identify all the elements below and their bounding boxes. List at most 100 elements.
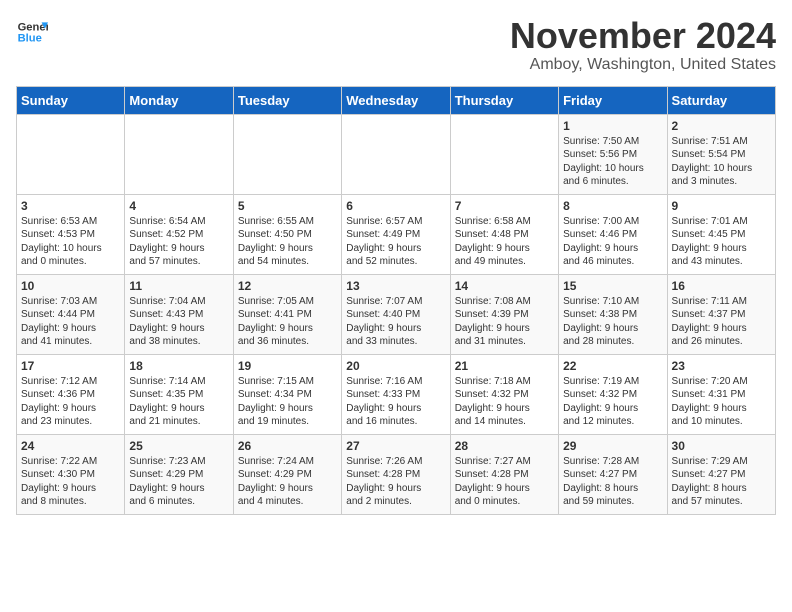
week-row-2: 3 Sunrise: 6:53 AM Sunset: 4:53 PM Daylig…: [17, 194, 776, 274]
day-info: Sunrise: 6:58 AM Sunset: 4:48 PM Dayligh…: [455, 215, 554, 269]
day-number: 28: [455, 439, 554, 453]
week-row-3: 10 Sunrise: 7:03 AM Sunset: 4:44 PM Dayli…: [17, 274, 776, 354]
day-number: 11: [129, 279, 228, 293]
day-number: 25: [129, 439, 228, 453]
day-cell: 21 Sunrise: 7:18 AM Sunset: 4:32 PM Dayli…: [450, 354, 558, 434]
day-info: Sunrise: 7:19 AM Sunset: 4:32 PM Dayligh…: [563, 375, 662, 429]
week-row-4: 17 Sunrise: 7:12 AM Sunset: 4:36 PM Dayli…: [17, 354, 776, 434]
logo-icon: General Blue: [16, 16, 48, 48]
week-row-5: 24 Sunrise: 7:22 AM Sunset: 4:30 PM Dayli…: [17, 434, 776, 514]
day-number: 14: [455, 279, 554, 293]
day-number: 10: [21, 279, 120, 293]
day-number: 19: [238, 359, 337, 373]
day-number: 20: [346, 359, 445, 373]
day-cell: 19 Sunrise: 7:15 AM Sunset: 4:34 PM Dayli…: [233, 354, 341, 434]
day-info: Sunrise: 6:54 AM Sunset: 4:52 PM Dayligh…: [129, 215, 228, 269]
day-info: Sunrise: 7:28 AM Sunset: 4:27 PM Dayligh…: [563, 455, 662, 509]
day-info: Sunrise: 7:03 AM Sunset: 4:44 PM Dayligh…: [21, 295, 120, 349]
day-info: Sunrise: 7:16 AM Sunset: 4:33 PM Dayligh…: [346, 375, 445, 429]
calendar-table: SundayMondayTuesdayWednesdayThursdayFrid…: [16, 86, 776, 515]
day-number: 8: [563, 199, 662, 213]
day-info: Sunrise: 6:57 AM Sunset: 4:49 PM Dayligh…: [346, 215, 445, 269]
weekday-header-sunday: Sunday: [17, 86, 125, 114]
day-cell: 16 Sunrise: 7:11 AM Sunset: 4:37 PM Dayli…: [667, 274, 775, 354]
day-info: Sunrise: 7:15 AM Sunset: 4:34 PM Dayligh…: [238, 375, 337, 429]
day-info: Sunrise: 7:04 AM Sunset: 4:43 PM Dayligh…: [129, 295, 228, 349]
day-info: Sunrise: 6:55 AM Sunset: 4:50 PM Dayligh…: [238, 215, 337, 269]
day-info: Sunrise: 7:24 AM Sunset: 4:29 PM Dayligh…: [238, 455, 337, 509]
day-cell: 4 Sunrise: 6:54 AM Sunset: 4:52 PM Daylig…: [125, 194, 233, 274]
day-number: 18: [129, 359, 228, 373]
day-number: 2: [672, 119, 771, 133]
day-cell: 17 Sunrise: 7:12 AM Sunset: 4:36 PM Dayli…: [17, 354, 125, 434]
day-cell: 20 Sunrise: 7:16 AM Sunset: 4:33 PM Dayli…: [342, 354, 450, 434]
day-number: 7: [455, 199, 554, 213]
day-cell: 18Sunrise: 7:14 AM Sunset: 4:35 PM Dayli…: [125, 354, 233, 434]
location-title: Amboy, Washington, United States: [510, 56, 776, 74]
day-cell: 25 Sunrise: 7:23 AM Sunset: 4:29 PM Dayli…: [125, 434, 233, 514]
day-info: Sunrise: 7:29 AM Sunset: 4:27 PM Dayligh…: [672, 455, 771, 509]
day-number: 3: [21, 199, 120, 213]
logo: General Blue: [16, 16, 48, 48]
day-number: 21: [455, 359, 554, 373]
day-cell: 5Sunrise: 6:55 AM Sunset: 4:50 PM Daylig…: [233, 194, 341, 274]
day-cell: [450, 114, 558, 194]
day-cell: 7 Sunrise: 6:58 AM Sunset: 4:48 PM Daylig…: [450, 194, 558, 274]
day-info: Sunrise: 7:10 AM Sunset: 4:38 PM Dayligh…: [563, 295, 662, 349]
weekday-header-wednesday: Wednesday: [342, 86, 450, 114]
day-cell: 24 Sunrise: 7:22 AM Sunset: 4:30 PM Dayli…: [17, 434, 125, 514]
weekday-header-monday: Monday: [125, 86, 233, 114]
day-info: Sunrise: 7:51 AM Sunset: 5:54 PM Dayligh…: [672, 135, 771, 189]
day-info: Sunrise: 7:20 AM Sunset: 4:31 PM Dayligh…: [672, 375, 771, 429]
day-cell: 23Sunrise: 7:20 AM Sunset: 4:31 PM Dayli…: [667, 354, 775, 434]
day-number: 12: [238, 279, 337, 293]
day-info: Sunrise: 7:05 AM Sunset: 4:41 PM Dayligh…: [238, 295, 337, 349]
day-cell: 2 Sunrise: 7:51 AM Sunset: 5:54 PM Daylig…: [667, 114, 775, 194]
day-cell: [342, 114, 450, 194]
day-cell: 12 Sunrise: 7:05 AM Sunset: 4:41 PM Dayli…: [233, 274, 341, 354]
day-info: Sunrise: 7:23 AM Sunset: 4:29 PM Dayligh…: [129, 455, 228, 509]
day-info: Sunrise: 7:22 AM Sunset: 4:30 PM Dayligh…: [21, 455, 120, 509]
day-info: Sunrise: 7:12 AM Sunset: 4:36 PM Dayligh…: [21, 375, 120, 429]
weekday-header-saturday: Saturday: [667, 86, 775, 114]
day-number: 4: [129, 199, 228, 213]
day-number: 17: [21, 359, 120, 373]
day-info: Sunrise: 7:01 AM Sunset: 4:45 PM Dayligh…: [672, 215, 771, 269]
day-info: Sunrise: 7:11 AM Sunset: 4:37 PM Dayligh…: [672, 295, 771, 349]
weekday-header-row: SundayMondayTuesdayWednesdayThursdayFrid…: [17, 86, 776, 114]
title-area: November 2024 Amboy, Washington, United …: [510, 16, 776, 74]
day-cell: 13 Sunrise: 7:07 AM Sunset: 4:40 PM Dayli…: [342, 274, 450, 354]
day-cell: [125, 114, 233, 194]
day-number: 1: [563, 119, 662, 133]
day-cell: 27Sunrise: 7:26 AM Sunset: 4:28 PM Dayli…: [342, 434, 450, 514]
day-number: 13: [346, 279, 445, 293]
day-cell: [17, 114, 125, 194]
day-info: Sunrise: 7:50 AM Sunset: 5:56 PM Dayligh…: [563, 135, 662, 189]
day-info: Sunrise: 7:26 AM Sunset: 4:28 PM Dayligh…: [346, 455, 445, 509]
day-cell: 28 Sunrise: 7:27 AM Sunset: 4:28 PM Dayli…: [450, 434, 558, 514]
day-cell: 3 Sunrise: 6:53 AM Sunset: 4:53 PM Daylig…: [17, 194, 125, 274]
day-info: Sunrise: 7:18 AM Sunset: 4:32 PM Dayligh…: [455, 375, 554, 429]
svg-text:Blue: Blue: [18, 33, 42, 45]
day-info: Sunrise: 7:27 AM Sunset: 4:28 PM Dayligh…: [455, 455, 554, 509]
day-cell: [233, 114, 341, 194]
day-info: Sunrise: 6:53 AM Sunset: 4:53 PM Dayligh…: [21, 215, 120, 269]
day-cell: 8Sunrise: 7:00 AM Sunset: 4:46 PM Daylig…: [559, 194, 667, 274]
day-cell: 15 Sunrise: 7:10 AM Sunset: 4:38 PM Dayli…: [559, 274, 667, 354]
day-cell: 29 Sunrise: 7:28 AM Sunset: 4:27 PM Dayli…: [559, 434, 667, 514]
day-number: 24: [21, 439, 120, 453]
weekday-header-thursday: Thursday: [450, 86, 558, 114]
day-number: 16: [672, 279, 771, 293]
day-number: 15: [563, 279, 662, 293]
day-cell: 22 Sunrise: 7:19 AM Sunset: 4:32 PM Dayli…: [559, 354, 667, 434]
weekday-header-friday: Friday: [559, 86, 667, 114]
day-cell: 10 Sunrise: 7:03 AM Sunset: 4:44 PM Dayli…: [17, 274, 125, 354]
day-cell: 1 Sunrise: 7:50 AM Sunset: 5:56 PM Daylig…: [559, 114, 667, 194]
day-cell: 6Sunrise: 6:57 AM Sunset: 4:49 PM Daylig…: [342, 194, 450, 274]
week-row-1: 1 Sunrise: 7:50 AM Sunset: 5:56 PM Daylig…: [17, 114, 776, 194]
day-info: Sunrise: 7:07 AM Sunset: 4:40 PM Dayligh…: [346, 295, 445, 349]
day-cell: 9Sunrise: 7:01 AM Sunset: 4:45 PM Daylig…: [667, 194, 775, 274]
day-number: 22: [563, 359, 662, 373]
day-number: 29: [563, 439, 662, 453]
day-cell: 26Sunrise: 7:24 AM Sunset: 4:29 PM Dayli…: [233, 434, 341, 514]
